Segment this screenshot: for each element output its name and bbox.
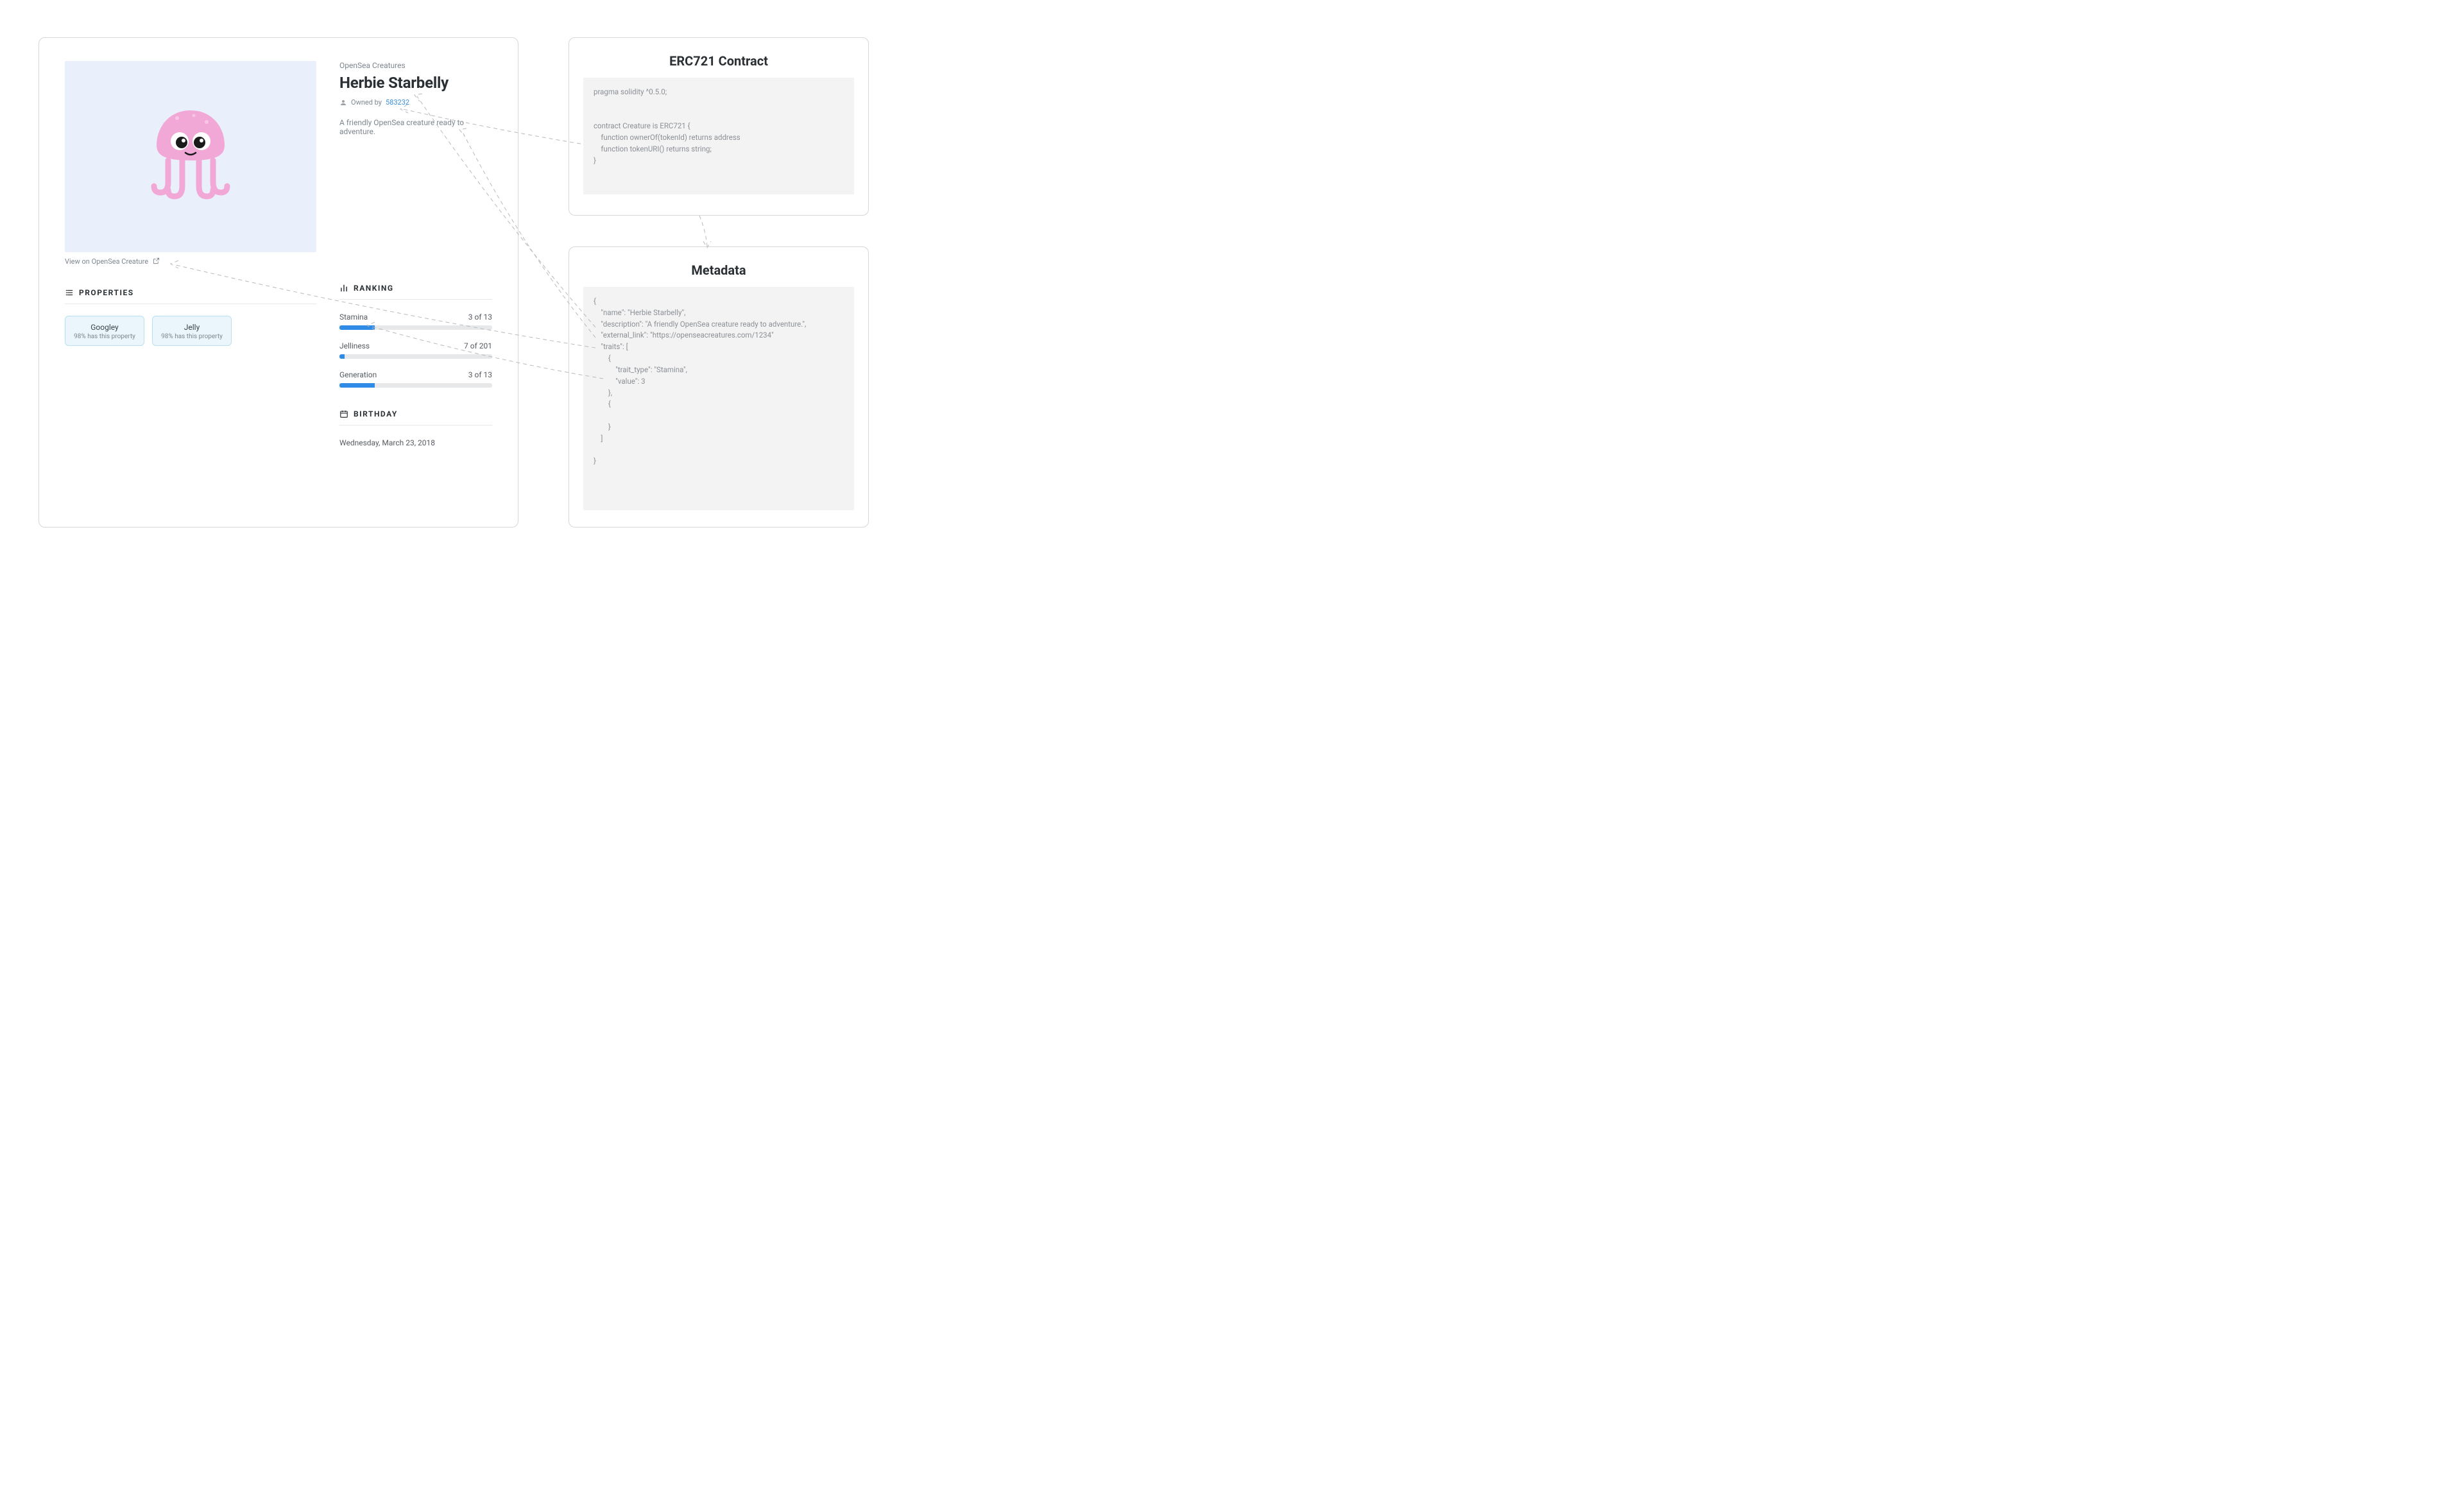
properties-list: Googley 98% has this property Jelly 98% …	[65, 316, 316, 346]
property-sub: 98% has this property	[69, 333, 140, 340]
birthday-value: Wednesday, March 23, 2018	[339, 438, 492, 447]
owned-by-label: Owned by	[351, 98, 382, 107]
contract-card: ERC721 Contract pragma solidity ^0.5.0; …	[569, 37, 869, 216]
birthday-heading-text: BIRTHDAY	[354, 409, 398, 418]
property-name: Jelly	[157, 323, 227, 332]
property-card[interactable]: Jelly 98% has this property	[152, 316, 232, 346]
ranking-row: Generation 3 of 13	[339, 370, 492, 388]
ranking-heading-text: RANKING	[354, 284, 394, 293]
person-icon	[339, 99, 347, 107]
item-description: A friendly OpenSea creature ready to adv…	[339, 118, 492, 136]
metadata-code: { "name": "Herbie Starbelly", "descripti…	[583, 287, 854, 510]
ranking-bar-fill	[339, 383, 375, 388]
ranking-value: 7 of 201	[464, 341, 492, 350]
list-icon	[65, 288, 74, 297]
contract-title: ERC721 Contract	[583, 53, 854, 69]
metadata-card: Metadata { "name": "Herbie Starbelly", "…	[569, 246, 869, 528]
ranking-bar	[339, 383, 492, 388]
view-link-text: View on OpenSea Creature	[65, 257, 148, 266]
ranking-bar-fill	[339, 354, 345, 359]
jellyfish-icon	[149, 105, 232, 208]
ranking-name: Generation	[339, 370, 377, 379]
collection-name[interactable]: OpenSea Creatures	[339, 61, 492, 70]
owner-line: Owned by 583232	[339, 98, 492, 107]
metadata-title: Metadata	[583, 262, 854, 278]
ranking-bar	[339, 354, 492, 359]
contract-code: pragma solidity ^0.5.0; contract Creatur…	[583, 78, 854, 194]
bar-chart-icon	[339, 284, 348, 293]
nft-listing-card: View on OpenSea Creature PROPERTIES Goog…	[38, 37, 518, 528]
properties-heading: PROPERTIES	[65, 288, 316, 304]
property-name: Googley	[69, 323, 140, 332]
ranking-value: 3 of 13	[468, 313, 492, 322]
properties-heading-text: PROPERTIES	[79, 288, 134, 297]
listing-right-column: OpenSea Creatures Herbie Starbelly Owned…	[339, 61, 492, 447]
external-link-icon	[153, 257, 160, 266]
property-sub: 98% has this property	[157, 333, 227, 340]
ranking-value: 3 of 13	[468, 370, 492, 379]
view-on-opensea-link[interactable]: View on OpenSea Creature	[65, 257, 316, 266]
ranking-bar-fill	[339, 325, 375, 330]
calendar-icon	[339, 409, 348, 418]
ranking-list: Stamina 3 of 13 Jelliness 7 of 201 Generat…	[339, 313, 492, 388]
item-title: Herbie Starbelly	[339, 74, 492, 92]
ranking-name: Jelliness	[339, 341, 370, 350]
ranking-bar	[339, 325, 492, 330]
listing-left-column: View on OpenSea Creature PROPERTIES Goog…	[65, 61, 316, 447]
birthday-heading: BIRTHDAY	[339, 409, 492, 425]
ranking-name: Stamina	[339, 313, 368, 322]
ranking-row: Stamina 3 of 13	[339, 313, 492, 330]
owner-link[interactable]: 583232	[386, 98, 409, 107]
ranking-heading: RANKING	[339, 284, 492, 300]
property-card[interactable]: Googley 98% has this property	[65, 316, 144, 346]
ranking-row: Jelliness 7 of 201	[339, 341, 492, 359]
nft-image	[65, 61, 316, 252]
